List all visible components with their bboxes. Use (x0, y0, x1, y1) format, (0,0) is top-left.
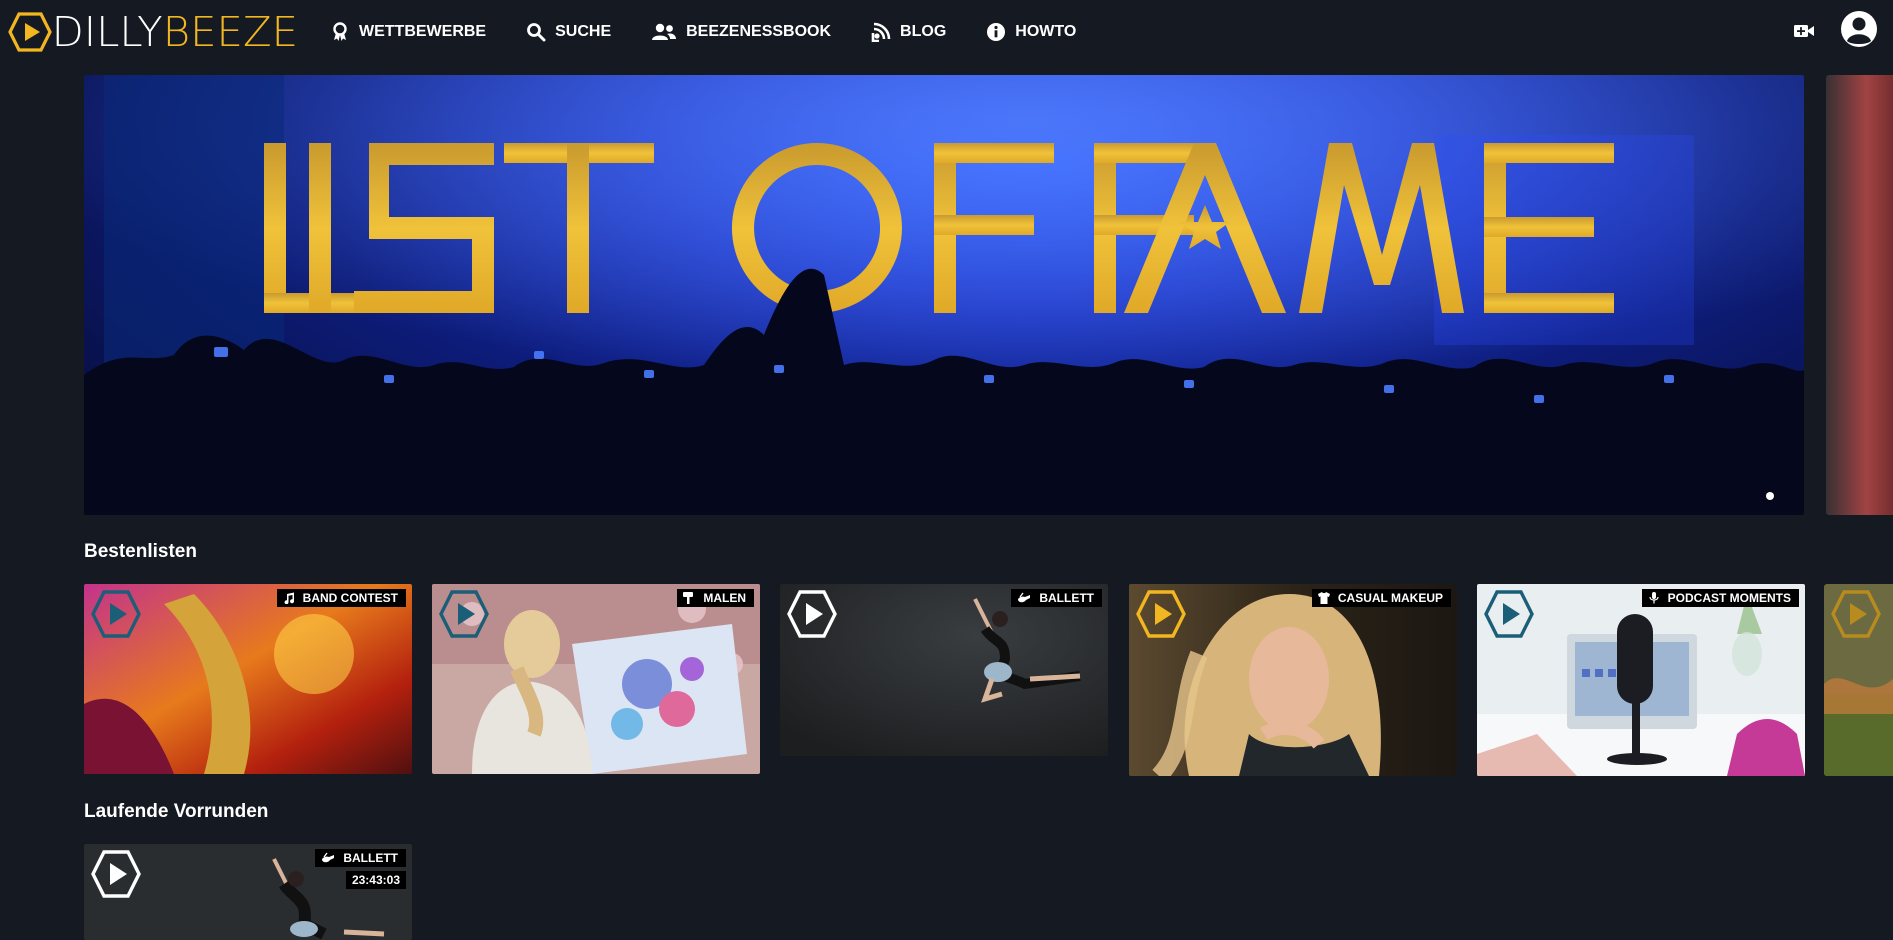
card-ballett-vorrunde[interactable]: BALLETT 23:43:03 (84, 844, 412, 940)
card-ballett[interactable]: BALLETT (780, 584, 1108, 756)
category-label: BALLETT (1039, 591, 1094, 605)
logo-hexagon-play-icon (8, 12, 52, 52)
microphone-icon (1649, 592, 1659, 604)
paint-roller-icon (683, 592, 694, 604)
play-hexagon-icon[interactable] (90, 848, 142, 900)
play-hexagon-icon[interactable] (1135, 588, 1187, 640)
category-label: BALLETT (343, 851, 398, 865)
logo-word-beeze: BEEZE (162, 8, 299, 56)
hero-next-slide-peek[interactable] (1826, 75, 1893, 515)
card-casual-makeup[interactable]: CASUAL MAKEUP (1129, 584, 1457, 776)
nav-wettbewerbe[interactable]: WETTBEWERBE (330, 22, 486, 42)
section-title-bestenlisten: Bestenlisten (84, 541, 197, 562)
category-label: MALEN (703, 591, 746, 605)
category-badge: BALLETT (1011, 589, 1102, 607)
category-badge: MALEN (677, 589, 754, 607)
category-label: BAND CONTEST (302, 591, 398, 605)
card-thumbnail-garden (1824, 584, 1893, 776)
nav-blog-label: BLOG (900, 23, 947, 40)
category-badge: BAND CONTEST (276, 589, 406, 607)
nav-blog[interactable]: BLOG (871, 22, 946, 42)
nav-beezenessbook-label: BEEZENESSBOOK (686, 23, 832, 40)
vorrunden-row: BALLETT 23:43:03 (84, 844, 412, 940)
hero-banner[interactable] (84, 75, 1804, 515)
ballet-shoe-icon (322, 852, 335, 863)
award-icon (333, 22, 347, 41)
play-hexagon-icon[interactable] (786, 588, 838, 640)
user-circle-icon[interactable] (1840, 10, 1878, 48)
search-icon (527, 23, 546, 42)
bestenlisten-row: BAND CONTEST MALEN BALLETT CASUAL MAKEUP… (84, 584, 1893, 776)
nav-beezenessbook[interactable]: BEEZENESSBOOK (651, 22, 831, 42)
category-badge: PODCAST MOMENTS (1641, 589, 1799, 607)
hero-concert-image (84, 75, 1804, 515)
video-plus-icon[interactable] (1793, 22, 1815, 40)
nav-howto[interactable]: HOWTO (986, 22, 1076, 42)
main-nav: WETTBEWERBE SUCHE BEEZENESSBOOK BLOG HOW… (330, 18, 1116, 46)
carousel-dot-active[interactable] (1766, 492, 1774, 500)
category-badge: CASUAL MAKEUP (1311, 589, 1451, 607)
nav-wettbewerbe-label: WETTBEWERBE (359, 23, 487, 40)
users-icon (652, 23, 677, 40)
category-label: CASUAL MAKEUP (1337, 591, 1443, 605)
top-navigation-bar: DILLYBEEZE WETTBEWERBE SUCHE BEEZENESSBO… (0, 0, 1893, 64)
dillybeeze-logo[interactable]: DILLYBEEZE (8, 10, 298, 54)
play-hexagon-icon[interactable] (438, 588, 490, 640)
countdown-timer: 23:43:03 (345, 871, 406, 889)
podcast-icon (871, 22, 891, 42)
logo-word-dilly: DILLY (51, 8, 163, 56)
nav-howto-label: HOWTO (1015, 23, 1077, 40)
card-band-contest[interactable]: BAND CONTEST (84, 584, 412, 774)
info-icon (987, 23, 1006, 41)
tshirt-icon (1317, 592, 1330, 604)
play-hexagon-icon[interactable] (1483, 588, 1535, 640)
section-title-laufende-vorrunden: Laufende Vorrunden (84, 801, 269, 822)
nav-suche-label: SUCHE (555, 23, 612, 40)
category-badge: BALLETT (315, 849, 406, 867)
card-podcast-moments[interactable]: PODCAST MOMENTS (1477, 584, 1805, 776)
category-label: PODCAST MOMENTS (1667, 591, 1791, 605)
logo-wordmark: DILLYBEEZE (52, 10, 298, 54)
ballet-shoe-icon (1018, 592, 1031, 603)
card-malen[interactable]: MALEN (432, 584, 760, 774)
card-next-peek[interactable] (1824, 584, 1893, 776)
play-hexagon-icon[interactable] (90, 588, 142, 640)
music-icon (284, 592, 294, 604)
nav-suche[interactable]: SUCHE (526, 22, 611, 42)
